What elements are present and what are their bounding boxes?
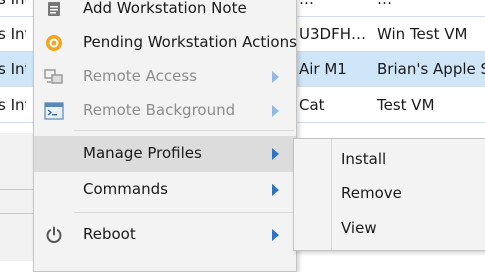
table-cell: s Int — [0, 0, 26, 8]
table-cell: Brian's Apple Si — [377, 60, 485, 78]
submenu-item-install[interactable]: Install — [294, 142, 485, 176]
table-cell: Win Test VM — [377, 25, 468, 43]
menu-item-add-workstation-note[interactable]: Add Workstation Note — [34, 0, 296, 27]
submenu-item-label: View — [341, 219, 377, 237]
table-cell: Air M1 — [299, 60, 347, 78]
table-cell: U3DFH… — [299, 25, 366, 43]
note-icon — [44, 0, 64, 19]
submenu-item-remove[interactable]: Remove — [294, 176, 485, 210]
menu-item-label: Reboot — [83, 225, 136, 243]
menu-item-label: Remote Background — [83, 101, 236, 119]
table-cell: Test VM — [377, 96, 435, 114]
menu-item-commands[interactable]: Commands — [34, 172, 296, 208]
submenu-arrow-icon — [272, 71, 279, 83]
submenu-item-label: Remove — [341, 184, 402, 202]
table-cell: … — [377, 0, 485, 8]
terminal-icon — [44, 101, 64, 121]
menu-item-manage-profiles[interactable]: Manage Profiles — [34, 136, 296, 172]
menu-item-label: Pending Workstation Actions — [83, 33, 297, 51]
submenu-arrow-icon — [272, 184, 279, 196]
table-cell: Cat — [299, 96, 325, 114]
manage-profiles-submenu: Install Remove View — [293, 138, 485, 251]
pending-actions-icon — [44, 33, 64, 53]
submenu-arrow-icon — [272, 148, 279, 160]
submenu-item-view[interactable]: View — [294, 211, 485, 245]
menu-item-remote-access[interactable]: Remote Access — [34, 59, 296, 95]
submenu-arrow-icon — [272, 229, 279, 241]
menu-separator — [74, 130, 294, 131]
power-icon — [44, 225, 64, 245]
table-cell: s Int — [0, 25, 26, 43]
menu-item-reboot[interactable]: Reboot — [34, 217, 296, 253]
menu-item-remote-background[interactable]: Remote Background — [34, 93, 296, 129]
menu-item-pending-workstation-actions[interactable]: Pending Workstation Actions — [34, 25, 297, 61]
menu-item-label: Manage Profiles — [83, 144, 202, 162]
table-cell: s Int — [0, 96, 26, 114]
menu-item-label: Remote Access — [83, 67, 197, 85]
remote-access-icon — [44, 67, 64, 87]
submenu-arrow-icon — [272, 105, 279, 117]
menu-item-label: Add Workstation Note — [83, 0, 247, 17]
table-cell: s Int — [0, 60, 26, 78]
submenu-item-label: Install — [341, 150, 387, 168]
table-cell: … — [299, 0, 369, 8]
menu-separator — [74, 212, 294, 213]
context-menu: Add Workstation Note Pending Workstation… — [33, 0, 297, 272]
menu-item-label: Commands — [83, 180, 168, 198]
